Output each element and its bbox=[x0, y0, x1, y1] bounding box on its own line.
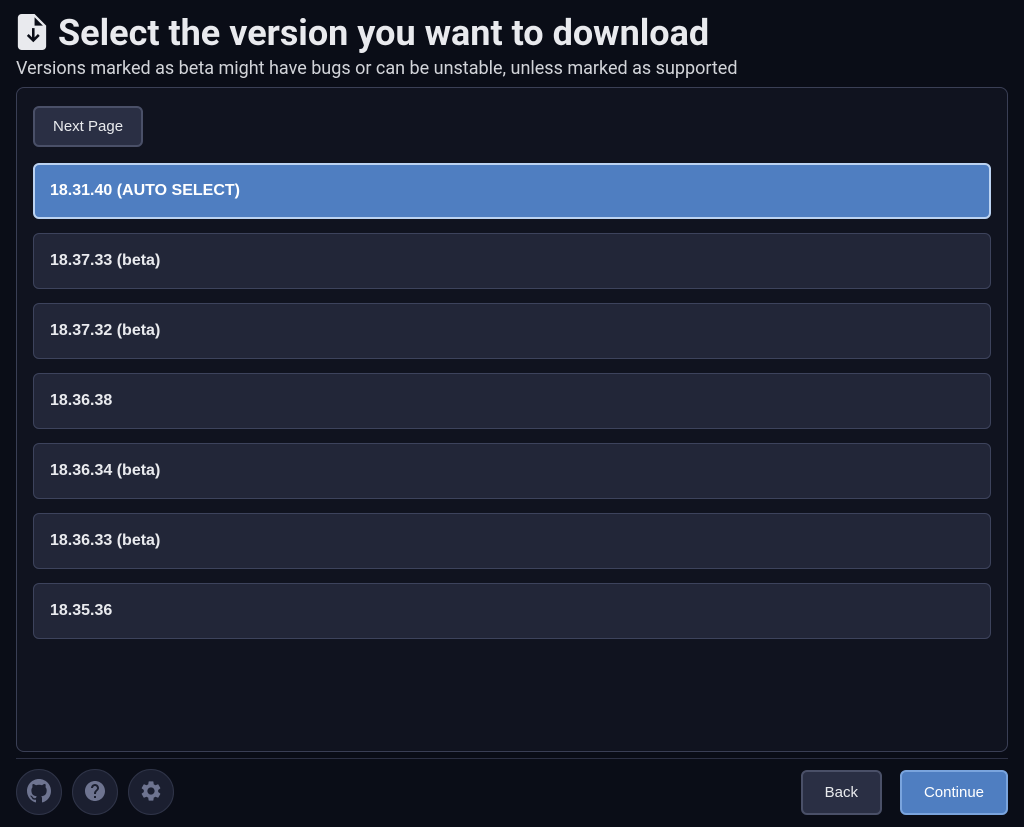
github-button[interactable] bbox=[16, 769, 62, 815]
version-item[interactable]: 18.36.38 bbox=[33, 373, 991, 429]
version-panel: Next Page 18.31.40 (AUTO SELECT) 18.37.33… bbox=[16, 87, 1008, 752]
footer-right: Back Continue bbox=[801, 770, 1008, 815]
github-icon bbox=[27, 779, 51, 806]
footer-left bbox=[16, 769, 174, 815]
file-download-icon bbox=[16, 14, 48, 54]
help-button[interactable] bbox=[72, 769, 118, 815]
version-item[interactable]: 18.36.34 (beta) bbox=[33, 443, 991, 499]
question-icon bbox=[83, 779, 107, 806]
version-item[interactable]: 18.35.36 bbox=[33, 583, 991, 639]
version-item[interactable]: 18.36.33 (beta) bbox=[33, 513, 991, 569]
footer: Back Continue bbox=[16, 758, 1008, 815]
next-page-button[interactable]: Next Page bbox=[33, 106, 143, 147]
page-title: Select the version you want to download bbox=[58, 14, 709, 54]
settings-button[interactable] bbox=[128, 769, 174, 815]
version-item[interactable]: 18.31.40 (AUTO SELECT) bbox=[33, 163, 991, 219]
version-item[interactable]: 18.37.33 (beta) bbox=[33, 233, 991, 289]
continue-button[interactable]: Continue bbox=[900, 770, 1008, 815]
page-subtitle: Versions marked as beta might have bugs … bbox=[16, 58, 1008, 79]
version-list: 18.31.40 (AUTO SELECT) 18.37.33 (beta) 18.… bbox=[33, 163, 991, 639]
gear-icon bbox=[139, 779, 163, 806]
back-button[interactable]: Back bbox=[801, 770, 882, 815]
header: Select the version you want to download … bbox=[16, 14, 1008, 79]
title-row: Select the version you want to download bbox=[16, 14, 1008, 54]
version-item[interactable]: 18.37.32 (beta) bbox=[33, 303, 991, 359]
app-root: Select the version you want to download … bbox=[0, 0, 1024, 827]
